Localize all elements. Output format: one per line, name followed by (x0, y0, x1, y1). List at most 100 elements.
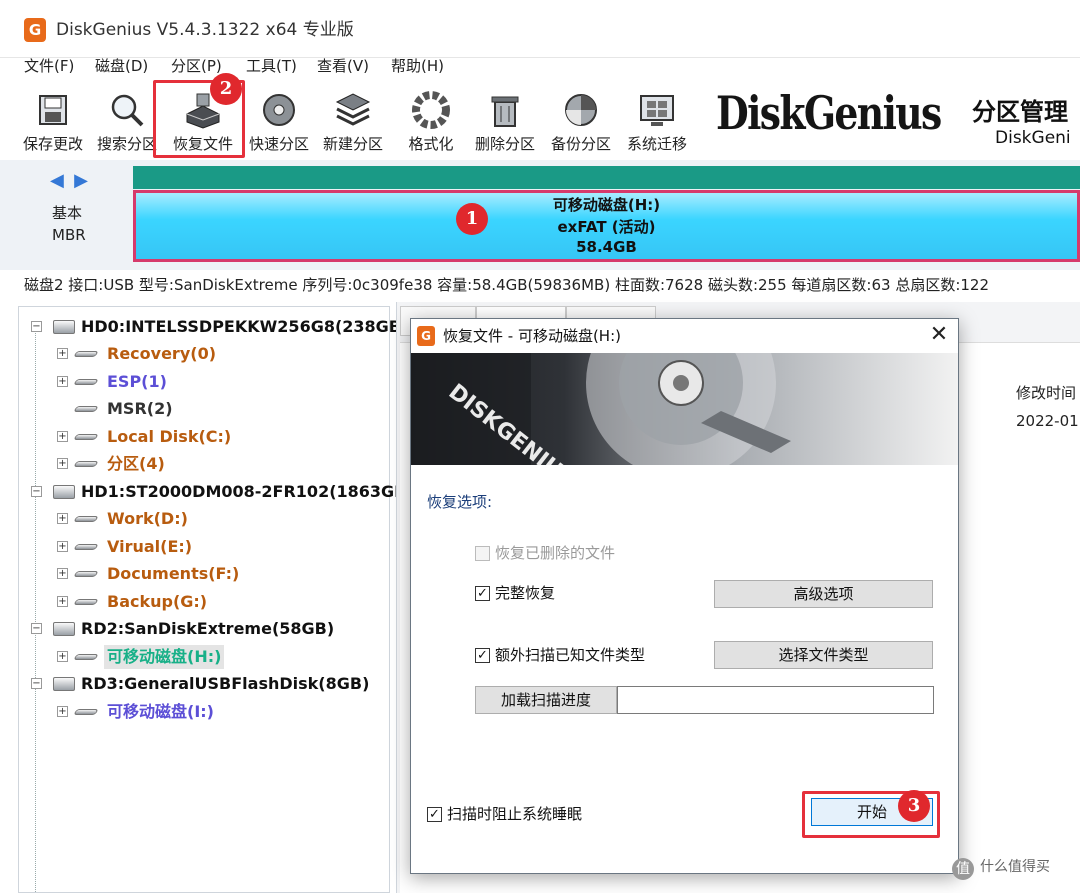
close-icon[interactable]: ✕ (927, 323, 951, 347)
menu-file[interactable]: 文件(F) (24, 56, 74, 76)
expand-icon[interactable]: + (57, 596, 68, 607)
disk-nav-arrows-icon[interactable]: ◀ ▶ (50, 170, 90, 191)
partition-icon (73, 654, 99, 660)
brand-tagline: 分区管理 (972, 98, 1068, 126)
title-bar: G DiskGenius V5.4.3.1322 x64 专业版 (0, 0, 1080, 58)
tree-node-label: Backup(G:) (107, 592, 208, 611)
annotation-badge-2: 2 (210, 73, 242, 105)
prevent-sleep-checkbox[interactable]: ✓ (427, 807, 442, 822)
menu-disk[interactable]: 磁盘(D) (95, 56, 148, 76)
format-button[interactable]: 格式化 (392, 86, 470, 158)
tree-node-label: RD2:SanDiskExtreme(58GB) (81, 619, 335, 638)
annotation-badge-3: 3 (898, 790, 930, 822)
disk-icon (53, 677, 75, 691)
tree-node-label: RD3:GeneralUSBFlashDisk(8GB) (81, 674, 370, 693)
collapse-icon[interactable]: − (31, 486, 42, 497)
partition-bar-fs: exFAT (活动) (557, 218, 656, 236)
system-migration-button[interactable]: 系统迁移 (618, 86, 696, 158)
tree-node-label: Recovery(0) (107, 344, 217, 363)
disk-scheme-label: MBR (52, 226, 86, 244)
expand-icon[interactable]: + (57, 541, 68, 552)
partition-icon (73, 571, 99, 577)
expand-icon[interactable]: + (57, 458, 68, 469)
save-icon (39, 95, 67, 125)
partition-icon (73, 516, 99, 522)
system-migration-label: 系统迁移 (626, 135, 687, 153)
recovery-options-label: 恢复选项: (427, 493, 493, 511)
prevent-sleep-label: 扫描时阻止系统睡眠 (447, 805, 583, 823)
full-recovery-checkbox[interactable]: ✓ (475, 586, 490, 601)
full-recovery-label: 完整恢复 (495, 584, 556, 602)
brand-tagline-en: DiskGeni (995, 128, 1071, 148)
partition-icon (73, 379, 99, 385)
tree-node-label: HD1:ST2000DM008-2FR102(1863GB) (81, 482, 414, 501)
expand-icon[interactable]: + (57, 431, 68, 442)
backup-partition-icon (565, 94, 597, 126)
partition-icon (73, 434, 99, 440)
quick-partition-button[interactable]: 快速分区 (240, 86, 318, 158)
save-changes-button[interactable]: 保存更改 (14, 86, 92, 158)
new-partition-button[interactable]: 新建分区 (314, 86, 392, 158)
disk-info-line: 磁盘2 接口:USB 型号:SanDiskExtreme 序列号:0c309fe… (0, 270, 1080, 300)
tree-node-label: Virual(E:) (107, 537, 193, 556)
menu-partition[interactable]: 分区(P) (171, 56, 222, 76)
tree-node-label: Documents(F:) (107, 564, 240, 583)
expand-icon[interactable]: + (57, 651, 68, 662)
watermark-text: 什么值得买 (980, 859, 1050, 875)
system-migration-icon (640, 95, 674, 126)
menu-help[interactable]: 帮助(H) (391, 56, 444, 76)
disk-type-label: 基本 (52, 204, 83, 222)
collapse-icon[interactable]: − (31, 678, 42, 689)
partition-icon (73, 599, 99, 605)
delete-partition-button[interactable]: 删除分区 (466, 86, 544, 158)
hard-drive-illustration-icon: DISKGENIUS (411, 353, 791, 465)
expand-icon[interactable]: + (57, 376, 68, 387)
tree-node-label: MSR(2) (107, 399, 173, 418)
new-partition-icon (335, 93, 371, 126)
menu-bar: 文件(F) 磁盘(D) 分区(P) 工具(T) 查看(V) 帮助(H) (0, 52, 1080, 80)
disk-icon (53, 622, 75, 636)
dialog-title-bar[interactable]: G 恢复文件 - 可移动磁盘(H:) ✕ (411, 319, 958, 353)
annotation-badge-1: 1 (456, 203, 488, 235)
extra-scan-checkbox[interactable]: ✓ (475, 648, 490, 663)
dialog-title: 恢复文件 - 可移动磁盘(H:) (443, 327, 621, 345)
scan-progress-path-input[interactable] (617, 686, 934, 714)
expand-icon[interactable]: + (57, 348, 68, 359)
expand-icon[interactable]: + (57, 513, 68, 524)
advanced-options-button[interactable]: 高级选项 (714, 580, 933, 608)
format-icon (412, 91, 450, 129)
partition-icon (73, 544, 99, 550)
partition-icon (73, 351, 99, 357)
collapse-icon[interactable]: − (31, 623, 42, 634)
backup-partition-button[interactable]: 备份分区 (542, 86, 620, 158)
select-file-types-button[interactable]: 选择文件类型 (714, 641, 933, 669)
menu-tools[interactable]: 工具(T) (246, 56, 297, 76)
disk-icon (53, 320, 75, 334)
column-header-modified[interactable]: 修改时间 (1016, 382, 1076, 403)
recover-deleted-label: 恢复已删除的文件 (495, 544, 616, 562)
partition-icon (73, 406, 99, 412)
tree-node-label: HD0:INTELSSDPEKKW256G8(238GB) (81, 317, 409, 336)
partition-bar-name: 可移动磁盘(H:) (552, 196, 661, 214)
collapse-icon[interactable]: − (31, 321, 42, 332)
new-partition-label: 新建分区 (322, 135, 383, 153)
app-logo-icon: G (24, 18, 46, 42)
menu-view[interactable]: 查看(V) (317, 56, 369, 76)
expand-icon[interactable]: + (57, 706, 68, 717)
dialog-app-icon: G (417, 326, 435, 346)
delete-partition-icon (491, 96, 519, 127)
tree-node-label: Local Disk(C:) (107, 427, 232, 446)
disk-tree: − HD0:INTELSSDPEKKW256G8(238GB) + Recove… (18, 306, 414, 893)
table-cell-modified: 2022-01 (1016, 412, 1079, 430)
partition-bar-size: 58.4GB (576, 238, 637, 256)
quick-partition-icon (263, 94, 295, 126)
brand-logo: DiskGenius (716, 86, 942, 140)
dialog-banner-image: DISKGENIUS (411, 353, 958, 465)
recover-deleted-checkbox[interactable] (475, 546, 490, 561)
expand-icon[interactable]: + (57, 568, 68, 579)
disk-icon (53, 485, 75, 499)
load-scan-progress-button[interactable]: 加载扫描进度 (475, 686, 617, 714)
disk-overview-bar (133, 166, 1080, 189)
tree-node-label: ESP(1) (107, 372, 167, 391)
partition-bar-h[interactable]: 可移动磁盘(H:) exFAT (活动) 58.4GB (133, 190, 1080, 262)
